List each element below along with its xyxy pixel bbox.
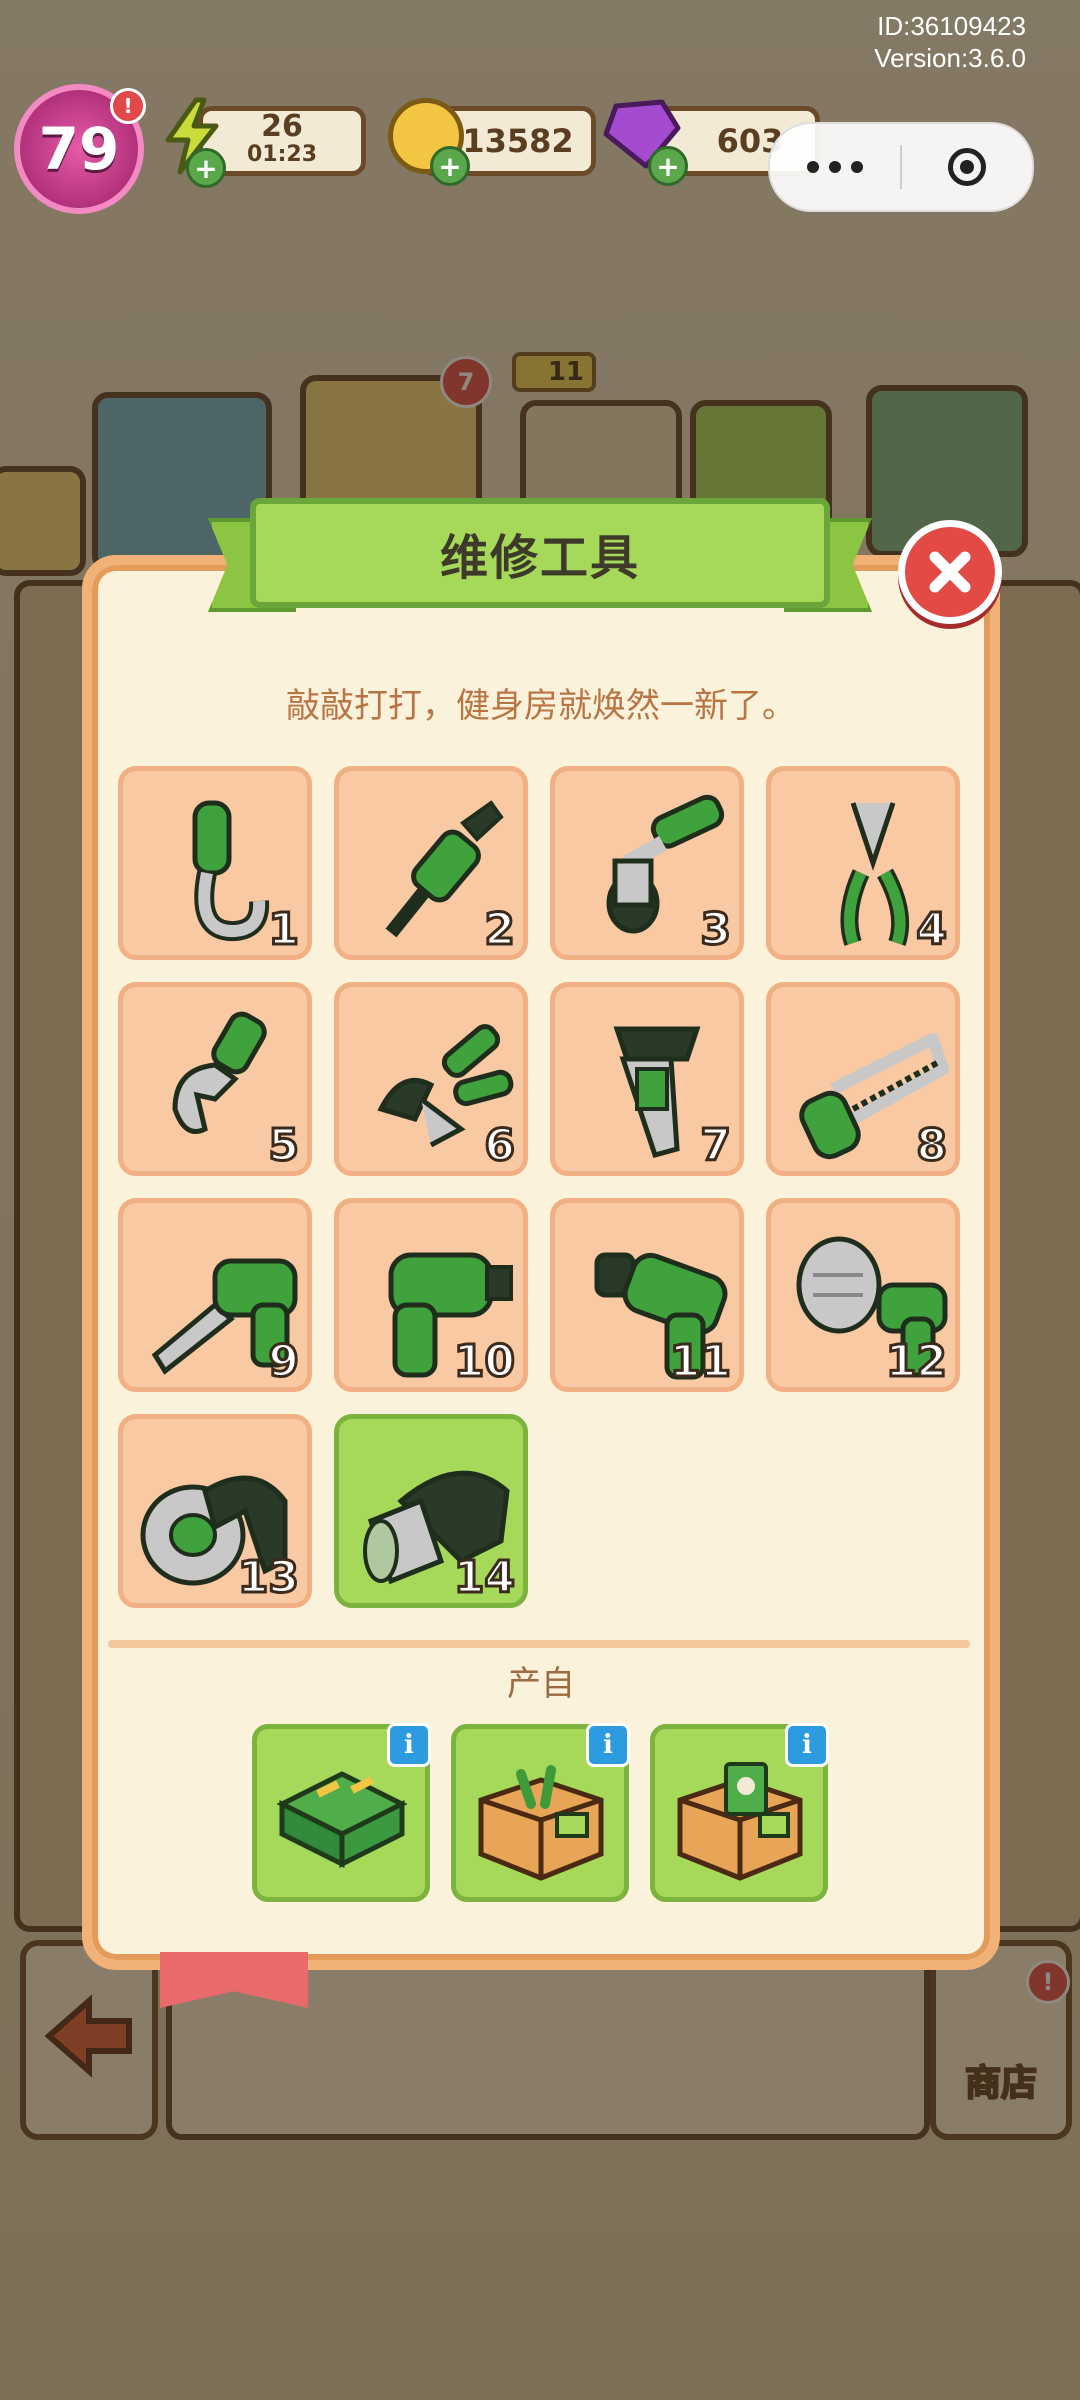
item-tile-1[interactable]: 1 — [118, 766, 312, 960]
item-level-number: 4 — [915, 903, 949, 957]
source-toolbox[interactable]: i — [252, 1723, 431, 1902]
close-button[interactable] — [898, 520, 1002, 624]
item-level-number: 13 — [236, 1551, 300, 1605]
item-level-number: 8 — [915, 1119, 949, 1173]
item-tile-5[interactable]: 5 — [118, 982, 312, 1176]
item-level-number: 1 — [267, 903, 301, 957]
miniprogram-capsule — [768, 122, 1034, 212]
build-info: ID:36109423 Version:3.6.0 — [874, 10, 1026, 74]
item-tile-9[interactable]: 9 — [118, 1198, 312, 1392]
item-tile-11[interactable]: 11 — [550, 1198, 744, 1392]
source-info-button[interactable]: i — [785, 1723, 829, 1767]
source-label: 产自 — [507, 1664, 575, 1704]
source-info-button[interactable]: i — [387, 1723, 431, 1767]
item-tile-10[interactable]: 10 — [334, 1198, 528, 1392]
item-tile-4[interactable]: 4 — [766, 766, 960, 960]
version-text: Version:3.6.0 — [874, 43, 1026, 73]
item-tile-12[interactable]: 12 — [766, 1198, 960, 1392]
item-level-number: 9 — [267, 1335, 301, 1389]
modal-title: 维修工具 — [439, 530, 640, 586]
item-tile-14[interactable]: 14 — [334, 1414, 528, 1608]
source-tool-crate[interactable]: i — [451, 1723, 630, 1902]
close-icon — [929, 551, 971, 593]
item-level-number: 5 — [267, 1119, 301, 1173]
item-level-number: 11 — [668, 1335, 732, 1389]
section-divider — [108, 1640, 970, 1648]
account-id: ID:36109423 — [877, 11, 1026, 41]
item-level-number: 10 — [452, 1335, 516, 1389]
energy-plus-button[interactable]: + — [186, 148, 226, 188]
item-tile-2[interactable]: 2 — [334, 766, 528, 960]
item-tile-3[interactable]: 3 — [550, 766, 744, 960]
ribbon-body: 维修工具 — [250, 498, 830, 608]
source-supply-crate[interactable]: i — [650, 1723, 829, 1902]
item-level-number: 3 — [699, 903, 733, 957]
target-icon — [948, 148, 986, 186]
item-level-number: 6 — [483, 1119, 517, 1173]
item-level-number: 14 — [452, 1551, 516, 1605]
modal-subtitle: 敲敲打打，健身房就焕然一新了。 — [286, 686, 796, 726]
level-number: 79 — [38, 115, 120, 183]
item-tile-7[interactable]: 7 — [550, 982, 744, 1176]
item-level-number: 12 — [884, 1335, 948, 1389]
gem-plus-button[interactable]: + — [648, 146, 688, 186]
coin-plus-button[interactable]: + — [430, 146, 470, 186]
level-alert-badge: ! — [110, 88, 146, 124]
energy-value: 26 — [261, 109, 303, 144]
item-tile-13[interactable]: 13 — [118, 1414, 312, 1608]
item-tile-6[interactable]: 6 — [334, 982, 528, 1176]
source-info-button[interactable]: i — [586, 1723, 630, 1767]
item-level-number: 2 — [483, 903, 517, 957]
item-tile-8[interactable]: 8 — [766, 982, 960, 1176]
title-ribbon: 维修工具 — [208, 492, 872, 612]
energy-timer: 01:23 — [246, 142, 318, 167]
close-miniprogram-button[interactable] — [902, 148, 1032, 186]
more-menu-button[interactable] — [770, 161, 900, 173]
item-level-number: 7 — [699, 1119, 733, 1173]
